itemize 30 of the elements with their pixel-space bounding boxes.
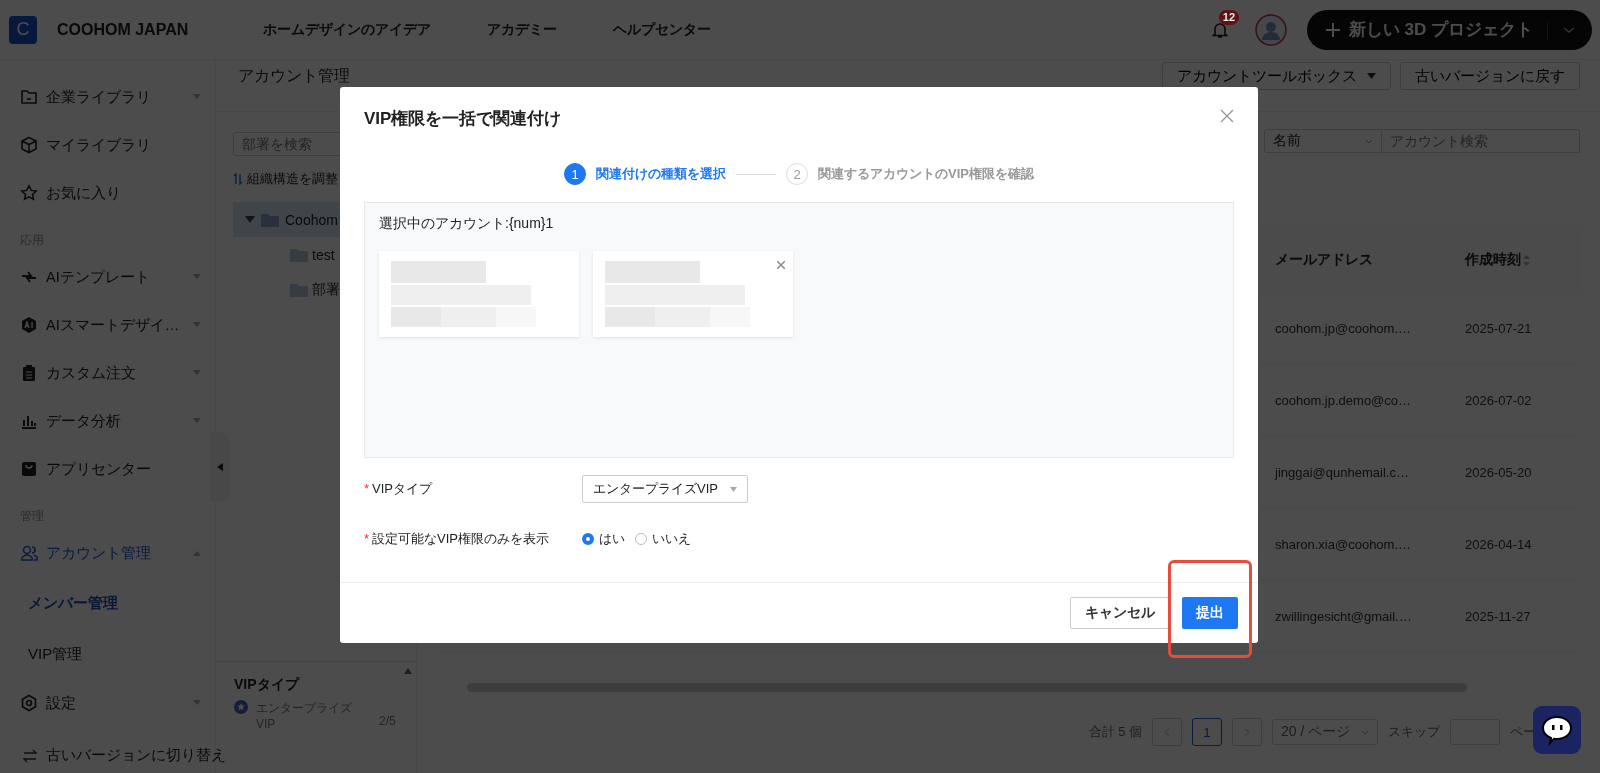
nav-link[interactable]: ホームデザインのアイデア — [263, 20, 432, 39]
brand-name: COOHOM JAPAN — [57, 20, 189, 39]
table-cell-text: 2025-11-27 — [1465, 609, 1532, 624]
field-label: 設定可能なVIP権限のみを表示 — [372, 531, 550, 546]
radio-option[interactable]: いいえ — [635, 530, 691, 548]
step-label: 関連付けの種類を選択 — [596, 165, 726, 183]
panel-title: VIPタイプ — [234, 676, 301, 694]
table-cell-text: 2025-07-21 — [1465, 321, 1533, 336]
table-cell-text: sharon.xia@coohom.… — [1275, 537, 1413, 552]
table-cell-text: coohom.jp.demo@co… — [1275, 393, 1413, 408]
table-cell-text: 2026-05-20 — [1465, 465, 1533, 480]
selection-label: 選択中のアカウント:{num}1 — [379, 215, 555, 233]
submit-button[interactable]: 提出 — [1182, 597, 1238, 629]
nav-link[interactable]: アカデミー — [487, 20, 558, 39]
table-cell-text: 2026-07-02 — [1465, 393, 1533, 408]
nav-link[interactable]: ヘルプセンター — [613, 20, 712, 39]
step-number: 1 — [564, 163, 586, 185]
cancel-button[interactable]: キャンセル — [1070, 597, 1170, 629]
required-mark: * — [364, 531, 370, 546]
table-cell-text: jinggai@qunhemail.c… — [1275, 465, 1410, 480]
required-mark: * — [364, 481, 370, 496]
dialog-title: VIP権限を一括で関連付け — [364, 108, 562, 130]
radio-option[interactable]: はい — [582, 530, 625, 548]
field-label: VIPタイプ — [372, 481, 433, 496]
page-title: アカウント管理 — [238, 66, 350, 86]
table-cell-text: 2026-04-14 — [1465, 537, 1533, 552]
vip-type-select[interactable]: エンタープライズVIP — [582, 475, 748, 503]
table-cell-text: coohom.jp@coohom.… — [1275, 321, 1413, 336]
table-cell-text: zwillingesicht@gmail.… — [1275, 609, 1413, 624]
step-label: 関連するアカウントのVIP権限を確認 — [818, 165, 1034, 183]
